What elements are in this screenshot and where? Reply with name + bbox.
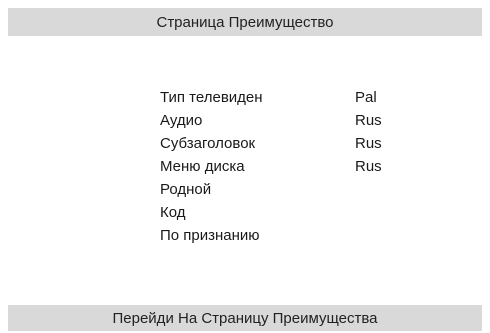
page-title: Страница Преимущество <box>156 13 334 31</box>
menu-item-default[interactable]: По признанию <box>160 224 415 247</box>
status-bar: Перейди На Страницу Преимущества <box>8 305 482 331</box>
menu-item-value: Rus <box>355 158 382 175</box>
menu-item-value: Rus <box>355 135 382 152</box>
menu-item-tv-type[interactable]: Тип телевиден Pal <box>160 86 415 109</box>
menu-item-subtitle[interactable]: Субзаголовок Rus <box>160 132 415 155</box>
menu-item-parental[interactable]: Родной <box>160 178 415 201</box>
page-title-bar: Страница Преимущество <box>8 8 482 36</box>
menu-item-value: Pal <box>355 89 377 106</box>
preference-menu: Тип телевиден Pal Аудио Rus Субзаголовок… <box>160 86 415 247</box>
menu-item-audio[interactable]: Аудио Rus <box>160 109 415 132</box>
status-hint: Перейди На Страницу Преимущества <box>112 309 378 327</box>
menu-item-label: Меню диска <box>160 158 245 175</box>
menu-item-label: Код <box>160 204 186 221</box>
menu-item-value: Rus <box>355 112 382 129</box>
setup-screen: Страница Преимущество Тип телевиден Pal … <box>0 0 490 333</box>
menu-item-label: Тип телевиден <box>160 89 263 106</box>
menu-item-label: Субзаголовок <box>160 135 256 152</box>
menu-item-password[interactable]: Код <box>160 201 415 224</box>
menu-item-label: Аудио <box>160 112 203 129</box>
menu-item-label: По признанию <box>160 227 260 244</box>
menu-item-disc-menu[interactable]: Меню диска Rus <box>160 155 415 178</box>
menu-item-label: Родной <box>160 181 212 198</box>
